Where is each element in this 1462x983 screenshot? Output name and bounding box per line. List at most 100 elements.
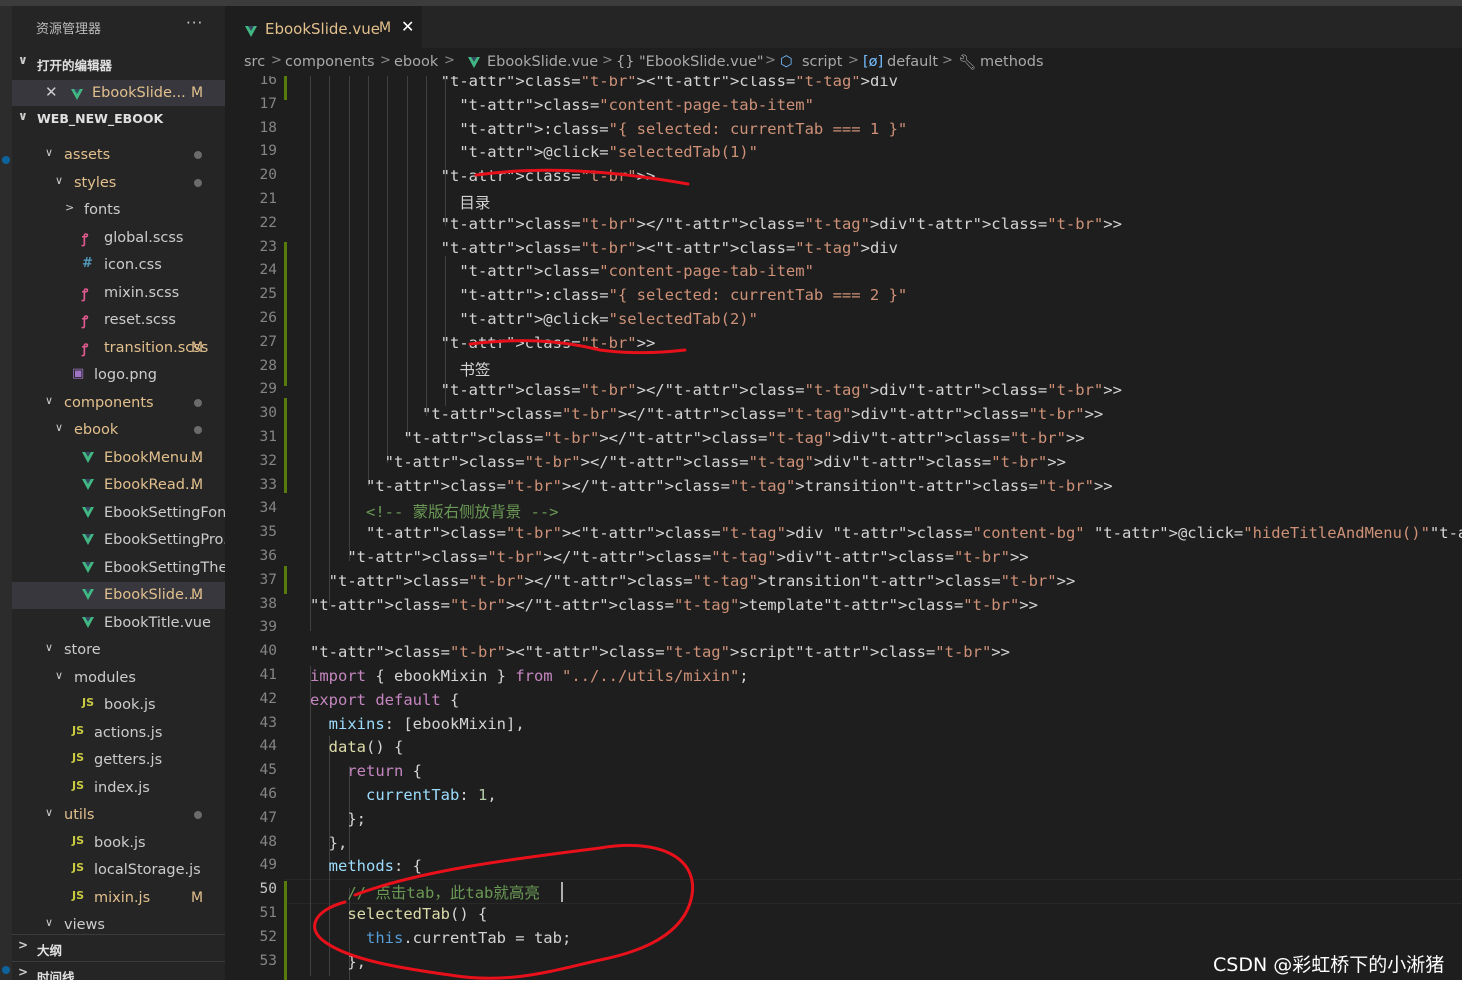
tree-folder[interactable]: ∨ components [12,390,225,417]
chevron-down-icon: ∨ [45,916,54,929]
tree-file[interactable]: JS mixin.js M [12,885,225,912]
close-icon[interactable]: ✕ [45,83,58,101]
tree-file[interactable]: JS book.js [12,830,225,857]
line-number: 38 [259,595,277,612]
line-number: 45 [259,762,277,779]
code-line: "t-attr">class="t-br">> [440,167,656,186]
code-line: }; [310,809,366,828]
chevron-down-icon: ∨ [55,668,64,682]
breadcrumb-default[interactable]: default [887,54,938,70]
code-line: }, [310,952,366,971]
code-line: "t-attr">class="t-br"></"t-attr">class="… [310,595,1038,614]
chevron-right-icon: > [765,53,776,68]
tree-file[interactable]: ▣ logo.png [12,362,225,389]
line-number: 18 [259,119,277,136]
line-number: 19 [259,143,277,160]
line-number: 33 [259,476,277,493]
tree-folder[interactable]: ∨ styles [12,170,225,197]
cube-icon: ⬡ [780,54,793,70]
tree-item-label: mixin.js [94,889,151,906]
tree-file[interactable]: JS getters.js [12,747,225,774]
tree-file[interactable]: ꝭ transition.scss M [12,335,225,362]
tree-item-label: localStorage.js [94,862,201,878]
tree-item-label: index.js [94,779,150,796]
breadcrumb-methods[interactable]: methods [980,54,1044,70]
line-number: 26 [259,310,277,326]
tree-file[interactable]: JS index.js [12,775,225,802]
git-change-marker [284,881,287,980]
tree-item-label: reset.scss [104,312,176,328]
chevron-down-icon: ∨ [55,173,64,187]
tree-file[interactable]: EbookSettingFont... [12,500,225,527]
vue-file-icon [82,616,94,632]
chevron-down-icon: ∨ [45,641,54,654]
tree-file[interactable]: EbookSettingThe... [12,555,225,582]
wrench-icon: 🔧︎ [958,55,977,71]
code-line: "t-attr">class="t-br"><"t-attr">class="t… [440,238,898,257]
tree-file[interactable]: ꝭ reset.scss [12,307,225,334]
breadcrumb-components[interactable]: components [285,54,375,70]
close-icon[interactable]: ✕ [401,17,414,36]
tree-folder[interactable]: ∨ utils [12,802,225,829]
tree-file[interactable]: ꝭ global.scss [12,225,225,252]
js-file-icon: JS [72,833,85,847]
open-editor-item[interactable]: ✕ EbookSlide... M [12,80,225,106]
code-line: "t-attr">class="content-page-tab-item" [459,95,814,114]
tree-file[interactable]: # icon.css [12,252,225,279]
line-number: 32 [259,452,277,469]
modified-dot [194,151,202,159]
open-editors-header[interactable]: ∨ 打开的编辑器 [12,50,225,76]
scss-file-icon: ꝭ [82,231,89,247]
code-line: <!-- 蒙版右侧放背景 --> [366,503,559,522]
tree-folder[interactable]: ∨ modules [12,665,225,692]
line-number: 21 [259,191,277,207]
js-file-icon: JS [72,778,85,792]
tree-item-label: getters.js [94,752,163,768]
project-header[interactable]: ∨ WEB_NEW_EBOOK [12,106,225,132]
code-line: "t-attr">class="t-br"></"t-attr">class="… [347,548,1029,566]
breadcrumb-module[interactable]: "EbookSlide.vue" [639,54,764,70]
tree-file[interactable]: JS localStorage.js [12,857,225,884]
chevron-right-icon: > [18,965,29,979]
tree-item-label: mixin.scss [104,284,180,301]
tree-item-label: ebook [74,422,119,438]
js-file-icon: JS [72,861,85,874]
vue-file-icon [71,85,83,104]
git-change-marker [284,242,287,386]
more-actions-icon[interactable]: ··· [186,14,203,32]
breadcrumb-file[interactable]: EbookSlide.vue [487,54,598,70]
code-editor[interactable]: 16 "t-attr">class="t-br"><"t-attr">class… [225,76,1462,980]
tab-ebookslide-vue[interactable]: EbookSlide.vue M ✕ [225,6,422,49]
tree-item-label: utils [64,807,95,823]
chevron-right-icon: > [942,53,953,68]
breadcrumb-src[interactable]: src [244,54,265,70]
chevron-down-icon: ∨ [45,146,54,159]
tree-item-label: EbookSettingFont... [104,504,225,521]
tree-item-label: styles [74,174,117,191]
breadcrumb-ebook[interactable]: ebook [394,54,438,70]
tree-file[interactable]: JS book.js [12,692,225,719]
tree-folder[interactable]: > fonts [12,197,225,224]
breadcrumb-script[interactable]: script [802,54,842,70]
tree-file[interactable]: EbookTitle.vue [12,610,225,637]
code-line: this.currentTab = tab; [366,928,572,947]
tree-file[interactable]: JS actions.js [12,720,225,747]
line-number: 44 [259,738,277,755]
tree-file[interactable]: EbookRead... M [12,472,225,499]
tree-folder[interactable]: ∨ store [12,637,225,664]
tree-folder[interactable]: ∨ assets [12,142,225,169]
js-file-icon: JS [72,888,85,902]
code-line: currentTab: 1, [366,786,497,804]
tree-file[interactable]: ꝭ mixin.scss [12,280,225,307]
tree-file[interactable]: EbookSettingPro... [12,527,225,554]
tree-folder[interactable]: ∨ ebook [12,417,225,444]
outline-header[interactable]: > 大纲 [12,934,225,961]
js-file-icon: JS [82,696,95,709]
code-line: "t-attr">@click="selectedTab(1)" [459,143,758,162]
code-line: 书签 [459,360,491,379]
tree-file[interactable]: EbookMenu... M [12,445,225,472]
line-number: 30 [259,405,277,422]
tree-file[interactable]: EbookSlide.... M [12,582,225,609]
tree-item-label: fonts [84,202,121,218]
chevron-down-icon: ∨ [55,421,64,434]
